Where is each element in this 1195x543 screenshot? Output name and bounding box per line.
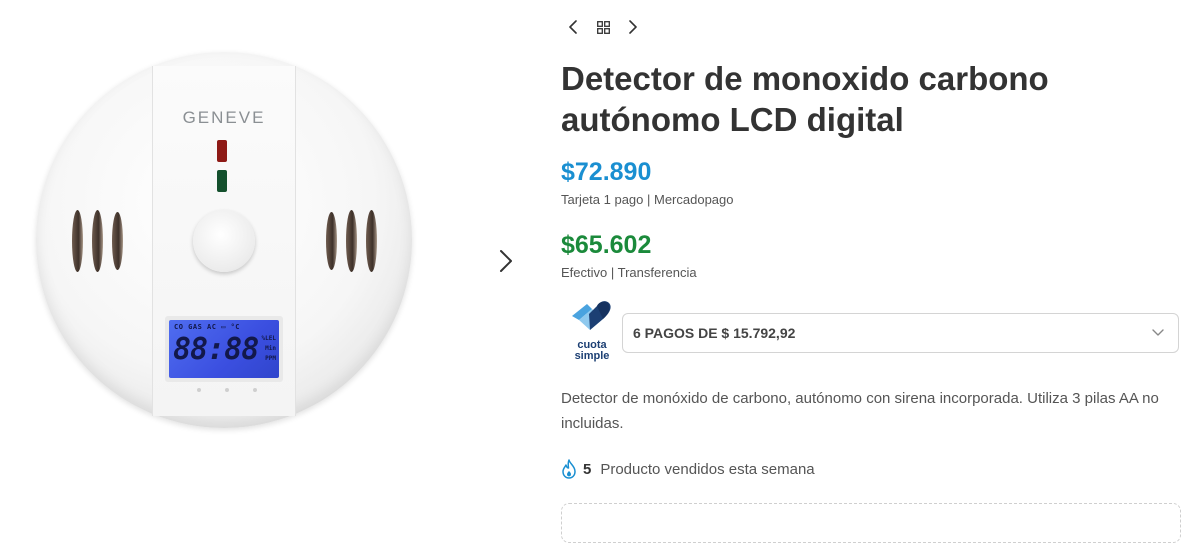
cuota-simple-icon (572, 301, 611, 330)
sold-count: 5 (583, 460, 592, 478)
cash-price-note: Efectivo | Transferencia (561, 265, 697, 280)
chevron-down-icon (1152, 329, 1164, 336)
indicator-dots (197, 388, 257, 392)
grid-view-button[interactable] (593, 16, 613, 38)
product-navigation (563, 16, 643, 38)
lcd-unit-min: Min (265, 345, 276, 352)
lcd-units: %LEL Min PPM (262, 334, 276, 364)
cuota-simple-logo: cuota simple (566, 300, 616, 366)
vent-slot (326, 212, 337, 270)
grid-icon (596, 20, 610, 34)
cuota-logo-line2: simple (574, 350, 610, 362)
device-brand-logo: GENEVE (182, 108, 266, 127)
product-image: GENEVE CO GAS AC ▭ °C 88:88 %LEL Min PPM (36, 52, 412, 428)
cash-price: $65.602 (561, 231, 652, 259)
cuota-simple-wordmark: cuota simple (566, 340, 618, 362)
vent-slot (72, 210, 83, 272)
lcd-display: CO GAS AC ▭ °C 88:88 %LEL Min PPM (169, 320, 279, 378)
prev-product-button[interactable] (563, 16, 583, 38)
card-price: $72.890 (561, 158, 652, 186)
product-description: Detector de monóxido de carbono, autónom… (561, 390, 1159, 432)
vent-slot (366, 210, 377, 272)
lcd-unit-lel: %LEL (261, 335, 276, 342)
device-front-panel: GENEVE CO GAS AC ▭ °C 88:88 %LEL Min PPM (152, 66, 296, 416)
installments-selected-value: 6 PAGOS DE $ 15.792,92 (633, 325, 796, 341)
chevron-left-icon (569, 20, 577, 34)
product-gallery: GENEVE CO GAS AC ▭ °C 88:88 %LEL Min PPM (0, 0, 530, 518)
device-test-button (193, 210, 255, 272)
dashed-info-box (561, 503, 1181, 543)
lcd-header: CO GAS AC ▭ °C (174, 323, 241, 331)
lcd-display-frame: CO GAS AC ▭ °C 88:88 %LEL Min PPM (165, 316, 283, 382)
sold-label: Producto vendidos esta semana (600, 460, 815, 478)
product-title: Detector de monoxido carbono autónomo LC… (561, 60, 1049, 138)
gallery-next-button[interactable] (493, 246, 519, 276)
lcd-unit-ppm: PPM (265, 355, 276, 362)
installments-select[interactable]: 6 PAGOS DE $ 15.792,92 (622, 313, 1179, 353)
vent-slot (346, 210, 357, 272)
power-led (217, 170, 227, 192)
chevron-right-icon (500, 250, 512, 272)
vent-slot (112, 212, 123, 270)
vent-slot (92, 210, 103, 272)
alarm-led (217, 140, 227, 162)
fire-icon (562, 459, 576, 479)
chevron-right-icon (629, 20, 637, 34)
sold-this-week: 5 Producto vendidos esta semana (561, 458, 815, 480)
lcd-digits: 88:88 (173, 332, 259, 367)
next-product-button[interactable] (623, 16, 643, 38)
card-price-note: Tarjeta 1 pago | Mercadopago (561, 192, 734, 207)
